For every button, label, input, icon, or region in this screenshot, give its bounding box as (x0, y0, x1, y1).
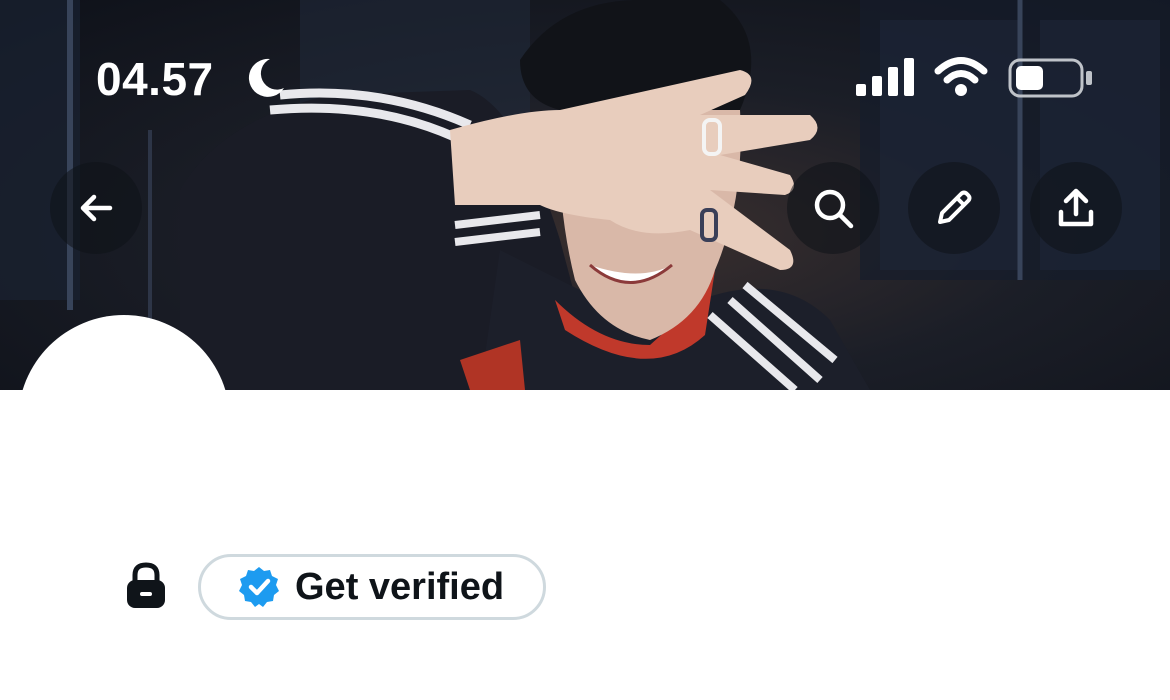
arrow-left-icon (80, 194, 113, 222)
profile-avatar[interactable] (18, 315, 230, 527)
cellular-signal-icon (856, 58, 914, 96)
verified-badge-icon (239, 567, 279, 607)
search-button[interactable] (787, 162, 879, 254)
pencil-icon (938, 190, 972, 224)
search-icon (814, 189, 854, 229)
edit-button[interactable] (908, 162, 1000, 254)
get-verified-label: Get verified (295, 565, 505, 608)
get-verified-button[interactable]: Get verified (198, 554, 546, 620)
battery-icon (1008, 58, 1092, 98)
wifi-icon (934, 57, 988, 96)
status-time: 04.57 (96, 53, 214, 105)
share-button[interactable] (1030, 162, 1122, 254)
share-icon (1058, 188, 1094, 227)
moon-icon (248, 58, 284, 97)
lock-icon (127, 562, 165, 608)
back-button[interactable] (50, 162, 142, 254)
